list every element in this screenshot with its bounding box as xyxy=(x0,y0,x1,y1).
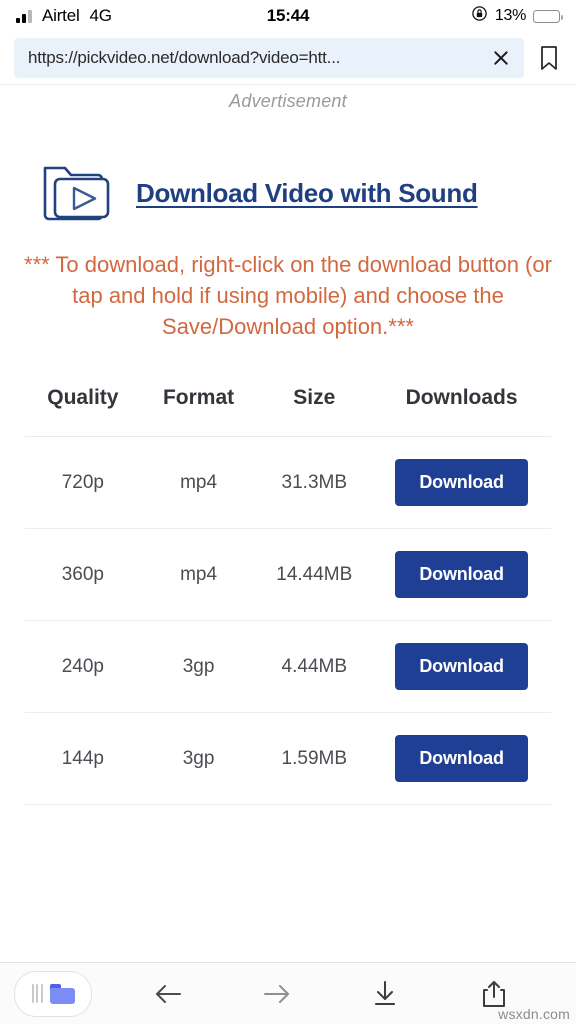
column-header-format: Format xyxy=(140,382,257,437)
download-video-with-sound-link[interactable]: Download Video with Sound xyxy=(136,178,478,209)
url-text[interactable]: https://pickvideo.net/download?video=htt… xyxy=(28,48,482,68)
promo-banner[interactable]: Download Video with Sound xyxy=(0,112,576,227)
battery-low-icon xyxy=(533,9,563,23)
download-button[interactable]: Download xyxy=(395,735,528,782)
advertisement-label: Advertisement xyxy=(229,91,347,111)
column-header-quality: Quality xyxy=(25,382,141,437)
download-button[interactable]: Download xyxy=(395,459,528,506)
download-button[interactable]: Download xyxy=(395,551,528,598)
cell-action: Download xyxy=(372,528,551,621)
cell-format: mp4 xyxy=(140,436,257,529)
close-icon[interactable] xyxy=(490,47,512,69)
cell-quality: 360p xyxy=(25,528,141,621)
download-arrow-icon[interactable] xyxy=(363,972,407,1016)
bookmark-icon[interactable] xyxy=(536,42,562,74)
status-bar-left: Airtel 4G xyxy=(16,6,112,26)
cell-size: 31.3MB xyxy=(256,436,373,529)
browser-toolbar: https://pickvideo.net/download?video=htt… xyxy=(0,32,576,84)
signal-bars-icon xyxy=(16,9,32,23)
status-bar: Airtel 4G 15:44 13% xyxy=(0,0,576,32)
cell-action: Download xyxy=(372,436,551,529)
cell-size: 4.44MB xyxy=(256,620,373,713)
column-header-downloads: Downloads xyxy=(372,382,551,437)
site-watermark: wsxdn.com xyxy=(498,1006,570,1022)
battery-percent-label: 13% xyxy=(494,7,526,24)
cell-format: 3gp xyxy=(140,712,257,805)
status-bar-right: 13% xyxy=(471,5,563,27)
table-row: 144p 3gp 1.59MB Download xyxy=(25,712,551,805)
cell-quality: 144p xyxy=(25,712,141,805)
cell-action: Download xyxy=(372,712,551,805)
cell-size: 1.59MB xyxy=(256,712,373,805)
tabs-folder-icon[interactable] xyxy=(14,970,92,1017)
table-row: 240p 3gp 4.44MB Download xyxy=(25,620,551,713)
carrier-label: Airtel xyxy=(42,6,80,25)
download-button[interactable]: Download xyxy=(395,643,528,690)
web-page-content: Advertisement Download Video with Sound … xyxy=(0,84,576,962)
cell-format: mp4 xyxy=(140,528,257,621)
arrow-left-icon[interactable] xyxy=(146,972,190,1016)
network-type-label: 4G xyxy=(89,6,112,25)
folder-video-play-icon xyxy=(40,160,114,227)
downloads-table: Quality Format Size Downloads 720p mp4 3… xyxy=(25,382,551,805)
table-header-row: Quality Format Size Downloads xyxy=(25,382,551,437)
table-body: 720p mp4 31.3MB Download 360p mp4 14.44M… xyxy=(25,436,551,805)
download-instructions-text: *** To download, right-click on the down… xyxy=(24,252,552,339)
cell-quality: 240p xyxy=(25,620,141,713)
table-row: 360p mp4 14.44MB Download xyxy=(25,528,551,621)
table-row: 720p mp4 31.3MB Download xyxy=(25,436,551,529)
rotation-lock-icon xyxy=(471,5,488,27)
cell-format: 3gp xyxy=(140,620,257,713)
column-header-size: Size xyxy=(256,382,373,437)
browser-bottom-toolbar: wsxdn.com xyxy=(0,962,576,1024)
folder-icon xyxy=(49,983,75,1004)
arrow-right-icon[interactable] xyxy=(255,972,299,1016)
tab-stack-icon xyxy=(31,984,43,1003)
cell-size: 14.44MB xyxy=(256,528,373,621)
cell-quality: 720p xyxy=(25,436,141,529)
table-head: Quality Format Size Downloads xyxy=(25,382,551,437)
address-bar[interactable]: https://pickvideo.net/download?video=htt… xyxy=(14,38,524,78)
navigation-controls xyxy=(92,972,562,1016)
cell-action: Download xyxy=(372,620,551,713)
